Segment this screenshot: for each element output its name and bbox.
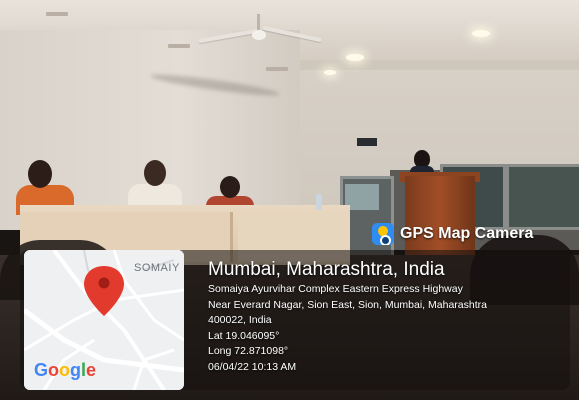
panelist-head — [144, 160, 166, 186]
map-thumbnail: SOMAIY Google — [24, 250, 184, 390]
photo-stage: GPS Map Camera SOMAIY Google Mumbai, Mah… — [0, 0, 579, 400]
address-line: Near Everard Nagar, Sion East, Sion, Mum… — [208, 298, 487, 311]
location-title: Mumbai, Maharashtra, India — [208, 259, 445, 280]
app-name: GPS Map Camera — [400, 225, 534, 242]
address-line: Somaiya Ayurvihar Complex Eastern Expres… — [208, 283, 463, 295]
door-window — [345, 184, 379, 210]
ceiling-vent — [168, 44, 190, 48]
ceiling-vent — [266, 67, 288, 71]
exit-sign — [357, 138, 377, 146]
gps-camera-app-icon — [372, 223, 394, 245]
longitude: Long 72.871098° — [208, 345, 289, 357]
panelist-head — [220, 176, 240, 198]
water-bottle — [316, 194, 322, 210]
location-details: Mumbai, Maharashtra, India Somaiya Ayurv… — [208, 258, 568, 375]
ceiling-vent — [46, 12, 68, 16]
ceiling-light — [472, 30, 490, 37]
ceiling-light — [324, 70, 336, 75]
panelist-head — [28, 160, 52, 188]
google-logo: Google — [34, 360, 97, 380]
gps-app-header: GPS Map Camera — [372, 220, 533, 248]
latitude: Lat 19.046095° — [208, 329, 280, 342]
ceiling-fan — [252, 30, 266, 40]
ceiling-light — [346, 54, 364, 61]
timestamp: 06/04/22 10:13 AM — [208, 360, 297, 373]
camera-lens-icon — [380, 235, 391, 245]
map-place-label: SOMAIY — [134, 262, 180, 274]
address-line: 400022, India — [208, 314, 272, 326]
